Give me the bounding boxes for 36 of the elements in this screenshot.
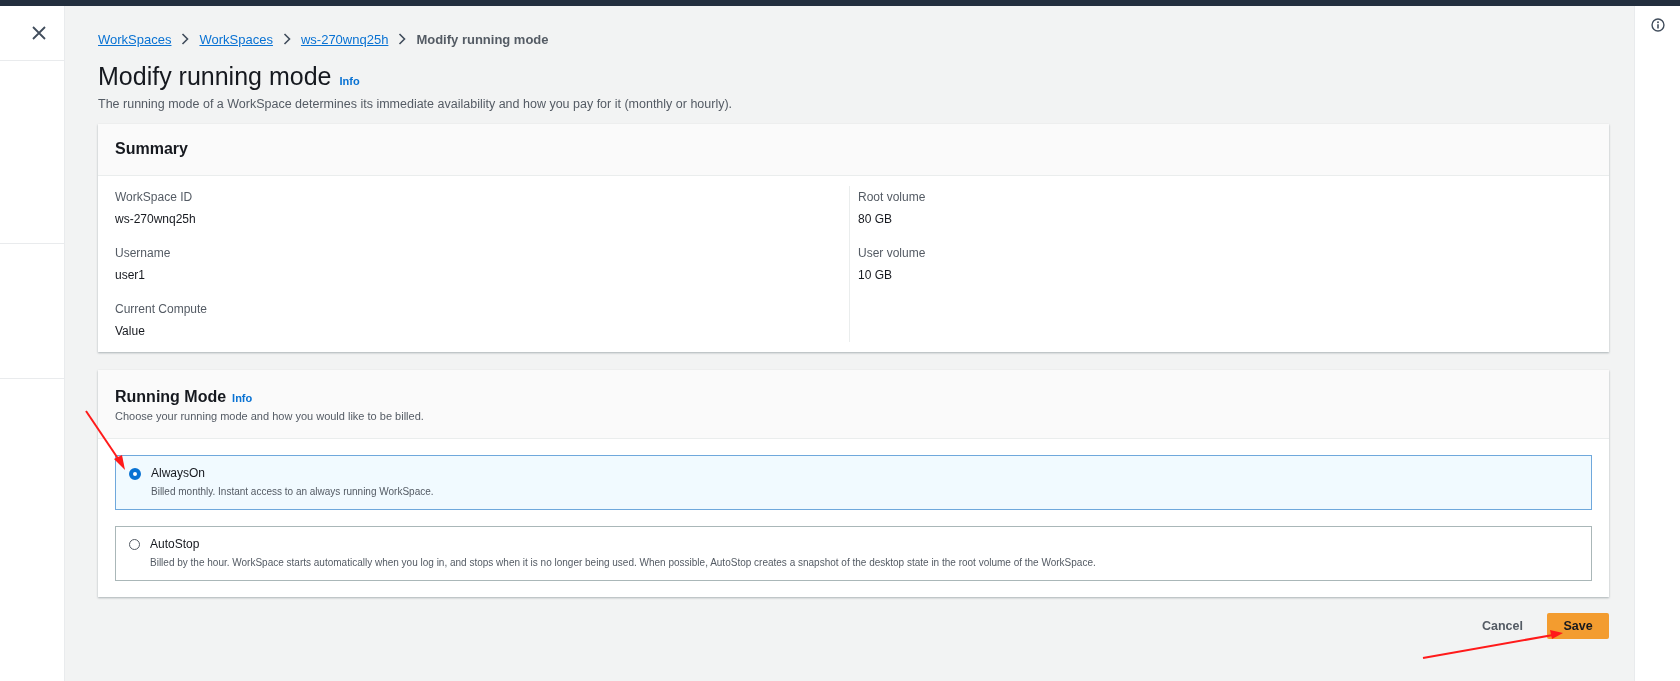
field-label: Username [115,246,172,260]
breadcrumb-current: Modify running mode [416,31,549,47]
field-value: 10 GB [858,268,894,282]
option-label: AutoStop [150,537,201,551]
radio-option[interactable] [115,526,1592,581]
info-link[interactable]: Info [339,75,360,87]
field-value: 80 GB [858,212,894,226]
field-label: Current Compute [115,302,209,316]
field-value: ws-270wnq25h [115,212,197,226]
breadcrumb-link[interactable]: WorkSpaces [98,31,172,47]
page-title: Modify running mode [98,62,332,91]
chevron-right-icon [282,33,291,45]
page-description: The running mode of a WorkSpace determines its immediate availability and how you pay for it (monthly or hourly). [98,97,734,111]
field-label: WorkSpace ID [115,190,194,204]
field-label: Root volume [858,190,927,204]
radio-button[interactable] [129,539,140,550]
field-label: User volume [858,246,927,260]
chevron-right-icon [398,33,407,45]
option-description: Billed by the hour. WorkSpace starts automatically when you log in, and stops when it is no longer being used. When possible, AutoStop creates a snapshot of the desktop state in the root volume of the WorkSpace. [150,557,1096,568]
info-link[interactable]: Info [232,392,253,404]
card-description: Choose your running mode and how you would like to be billed. [115,410,425,422]
option-description: Billed monthly. Instant access to an always running WorkSpace. [151,486,434,497]
close-icon[interactable] [32,26,46,40]
radio-button[interactable] [129,468,141,480]
radio-option[interactable]: AlwaysOn Billed monthly. Instant access to an always running WorkSpace. [115,455,1592,510]
card-title: Running Mode [115,388,227,406]
chevron-right-icon [181,33,190,45]
field-value: Value [115,324,146,338]
breadcrumb-link[interactable]: WorkSpaces [199,31,273,47]
breadcrumb-link[interactable]: ws-270wnq25h [300,31,389,47]
cancel-button[interactable]: Cancel [1480,615,1525,637]
option-label: AlwaysOn [151,466,207,480]
card-title: Summary [115,140,189,158]
info-icon[interactable] [1650,18,1665,32]
field-value: user1 [115,268,147,282]
save-button[interactable]: Save [1547,613,1609,639]
